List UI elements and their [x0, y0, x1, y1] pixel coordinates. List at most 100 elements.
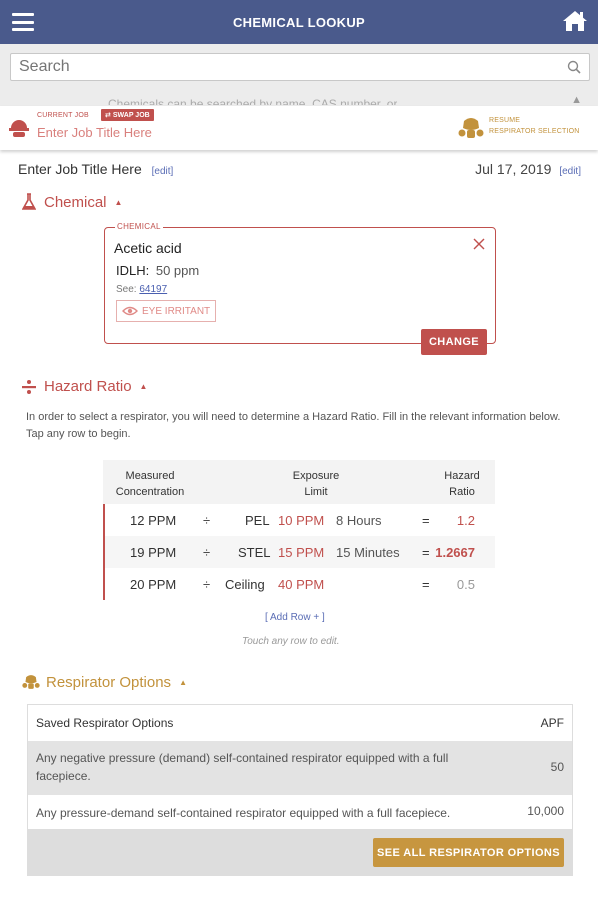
chemical-card-label: CHEMICAL	[115, 222, 163, 231]
add-row-link[interactable]: [ Add Row + ]	[265, 612, 325, 623]
resume-label-line2: RESPIRATOR SELECTION	[489, 128, 580, 135]
chemical-card[interactable]: CHEMICAL Acetic acid IDLH: 50 ppm See: 6…	[104, 222, 496, 355]
edit-job-title-link[interactable]: [edit]	[152, 166, 174, 177]
badge-label: EYE IRRITANT	[142, 305, 211, 317]
col-header-text: Hazard	[444, 470, 480, 482]
col-header-text: Exposure	[292, 470, 340, 482]
respirator-row[interactable]: Any pressure-demand self-contained respi…	[28, 795, 572, 829]
limit-value: 40 PPM	[278, 577, 325, 592]
equals-sign: =	[422, 577, 430, 592]
col-header-text: Limit	[304, 486, 328, 498]
hazard-ratio-heading: Hazard Ratio	[44, 378, 132, 395]
saved-options-header: Saved Respirator Options	[36, 716, 174, 730]
limit-value: 10 PPM	[278, 513, 325, 528]
see-label: See:	[116, 284, 137, 295]
hazard-row[interactable]: 19 PPM ÷ STEL 15 PPM 15 Minutes = 1.2667	[103, 536, 495, 568]
equals-sign: =	[422, 545, 430, 560]
col-header-text: Measured	[125, 470, 175, 482]
divide-sign: ÷	[203, 513, 211, 528]
respirator-options-table: Saved Respirator Options APF Any negativ…	[27, 704, 573, 876]
apf-header: APF	[540, 716, 564, 730]
equals-sign: =	[422, 513, 430, 528]
idlh-value: 50 ppm	[155, 263, 200, 278]
job-title-field[interactable]: Enter Job Title Here	[37, 125, 152, 140]
job-date: Jul 17, 2019	[475, 161, 552, 177]
hazard-ratio-value: 1.2	[456, 513, 475, 528]
respirator-options-heading: Respirator Options	[46, 673, 172, 691]
caret-up-icon: ▲	[114, 197, 123, 207]
respirator-options-section-toggle[interactable]: Respirator Options ▲	[22, 673, 187, 691]
search-box[interactable]	[10, 53, 590, 81]
divide-sign: ÷	[203, 577, 211, 592]
swap-icon: ⇄	[105, 112, 111, 119]
measured-value: 19 PPM	[130, 545, 177, 560]
hazard-ratio-section-toggle[interactable]: Hazard Ratio ▲	[22, 378, 147, 395]
swap-job-label: SWAP JOB	[112, 111, 150, 119]
divide-icon	[22, 379, 36, 394]
search-icon[interactable]	[567, 60, 581, 74]
limit-type: STEL	[238, 545, 271, 560]
touch-hint: Touch any row to edit.	[242, 636, 340, 647]
hazard-ratio-value: 0.5	[456, 577, 475, 592]
idlh-label: IDLH:	[116, 263, 150, 278]
eye-irritant-badge: EYE IRRITANT	[116, 300, 217, 322]
hazard-col-header: Hazard Ratio	[431, 468, 493, 500]
limit-duration: 15 Minutes	[336, 545, 400, 560]
measured-col-header: Measured Concentration	[109, 468, 191, 500]
limit-type: Ceiling	[225, 577, 265, 592]
menu-icon[interactable]	[12, 13, 34, 31]
search-area: Chemicals can be searched by name, CAS n…	[0, 44, 598, 106]
hazard-ratio-description: In order to select a respirator, you wil…	[26, 411, 561, 440]
respirator-icon	[22, 675, 40, 689]
resume-respirator-selection[interactable]: RESUME RESPIRATOR SELECTION	[489, 115, 579, 137]
chemical-heading: Chemical	[44, 193, 107, 211]
see-all-respirator-options-button[interactable]: SEE ALL RESPIRATOR OPTIONS	[373, 838, 564, 867]
page-title: CHEMICAL LOOKUP	[232, 14, 366, 30]
eye-icon	[122, 306, 138, 316]
caret-up-icon: ▲	[179, 677, 187, 687]
respirator-table-header: Saved Respirator Options APF	[28, 705, 572, 741]
limit-type: PEL	[245, 513, 270, 528]
hazard-ratio-table: Measured Concentration Exposure Limit Ha…	[103, 460, 495, 600]
collapse-caret-icon[interactable]: ▲	[571, 94, 582, 106]
flask-icon	[22, 193, 36, 210]
col-header-text: Ratio	[449, 486, 475, 498]
see-link[interactable]: 64197	[139, 284, 167, 295]
divide-sign: ÷	[203, 545, 211, 560]
caret-up-icon: ▲	[139, 382, 148, 391]
job-date-row: Jul 17, 2019 [edit]	[475, 161, 581, 177]
respirator-icon[interactable]	[458, 115, 484, 141]
close-icon[interactable]	[473, 238, 485, 250]
resume-label-line1: RESUME	[489, 117, 521, 124]
search-input[interactable]	[19, 58, 549, 76]
hard-hat-icon	[9, 120, 29, 137]
job-title-row: Enter Job Title Here [edit]	[18, 161, 173, 177]
respirator-apf: 10,000	[527, 804, 564, 818]
hazard-row[interactable]: 20 PPM ÷ Ceiling 40 PPM = 0.5	[103, 568, 495, 600]
app-header: CHEMICAL LOOKUP	[0, 0, 598, 44]
change-chemical-button[interactable]: CHANGE	[421, 329, 487, 355]
limit-value: 15 PPM	[278, 545, 325, 560]
home-icon[interactable]	[562, 9, 588, 33]
job-bar: CURRENT JOB ⇄ SWAP JOB Enter Job Title H…	[0, 106, 598, 150]
chemical-section-toggle[interactable]: Chemical ▲	[22, 193, 122, 211]
job-title: Enter Job Title Here	[18, 161, 142, 177]
see-row: See: 64197	[116, 284, 167, 295]
respirator-description: Any pressure-demand self-contained respi…	[36, 806, 451, 820]
search-hint: Chemicals can be searched by name, CAS n…	[108, 97, 398, 105]
swap-job-button[interactable]: ⇄ SWAP JOB	[101, 109, 154, 121]
chemical-name: Acetic acid	[114, 240, 182, 256]
respirator-row[interactable]: Any negative pressure (demand) self-cont…	[28, 741, 572, 795]
hazard-ratio-value: 1.2667	[435, 545, 475, 560]
exposure-col-header: Exposure Limit	[275, 468, 357, 500]
current-job-label: CURRENT JOB	[37, 112, 89, 119]
limit-duration: 8 Hours	[336, 513, 382, 528]
hazard-table-header: Measured Concentration Exposure Limit Ha…	[103, 460, 495, 504]
measured-value: 12 PPM	[130, 513, 177, 528]
idlh-row: IDLH: 50 ppm	[116, 263, 199, 278]
measured-value: 20 PPM	[130, 577, 177, 592]
edit-date-link[interactable]: [edit]	[559, 166, 581, 177]
respirator-apf: 50	[550, 760, 564, 774]
hazard-row[interactable]: 12 PPM ÷ PEL 10 PPM 8 Hours = 1.2	[103, 504, 495, 536]
col-header-text: Concentration	[115, 486, 185, 498]
